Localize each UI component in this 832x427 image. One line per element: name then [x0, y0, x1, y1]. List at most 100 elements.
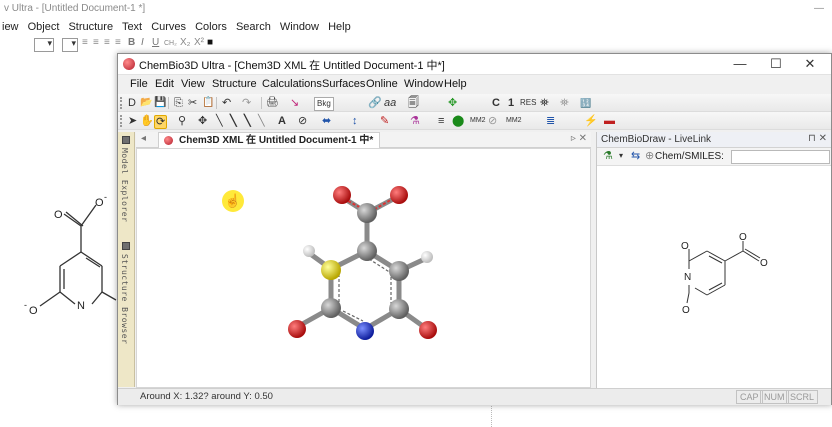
undo-icon[interactable]: ↶	[222, 97, 231, 109]
label-icon[interactable]: aa	[384, 97, 396, 109]
background-2d-structure[interactable]: O O - O - N	[0, 170, 120, 330]
surface-icon[interactable]: ≣	[546, 115, 555, 127]
cut-icon[interactable]: ✂	[188, 97, 197, 109]
bg-menu-colors[interactable]: Colors	[195, 21, 227, 33]
model-explorer-tab[interactable]: Model Explorer	[120, 148, 129, 222]
filter-icon[interactable]: ⛯	[540, 97, 549, 109]
filter-2-icon[interactable]: ⛯	[560, 97, 569, 109]
nitrogen-atom	[356, 322, 374, 340]
background-color-button[interactable]: Bkg	[314, 97, 334, 111]
size-combo[interactable]	[62, 38, 78, 52]
underline-button[interactable]: U	[152, 37, 159, 48]
text-tool-icon[interactable]: A	[278, 115, 286, 127]
background-minimize-button[interactable]: —	[814, 0, 824, 18]
minimize-button[interactable]: —	[726, 55, 754, 73]
mm2-dynamics-button[interactable]: MM2	[506, 115, 522, 127]
triple-bond-icon[interactable]: ╲	[244, 115, 251, 127]
rotate-tool-icon[interactable]: ⟳	[154, 115, 168, 129]
color-bar-icon[interactable]: ▬	[604, 115, 615, 127]
justify-icon[interactable]: ≡	[115, 37, 121, 48]
bg-menu-curves[interactable]: Curves	[151, 21, 186, 33]
smiles-input[interactable]	[731, 150, 830, 164]
dropdown-arrow-icon[interactable]: ▾	[619, 150, 623, 162]
record-icon[interactable]: ⬤	[452, 115, 464, 127]
building-toolbar: ➤ ✋ ⟳ ⚲ ✥ ╲ ╲ ╲ ╲ A ⊘ ⬌ ↕ ✎ ⚗ ≡ ⬤ MM2 ⊘ …	[118, 112, 831, 130]
redo-icon[interactable]: ↷	[242, 97, 251, 109]
menu-help[interactable]: Help	[444, 78, 467, 90]
zoom-tool-icon[interactable]: ⚲	[178, 115, 186, 127]
copy-icon[interactable]: ⎘	[174, 97, 183, 109]
stop-calc-icon[interactable]: ⊘	[488, 115, 497, 127]
pencil-icon[interactable]: ✎	[380, 115, 389, 127]
document-tab[interactable]: Chem3D XML 在 Untitled Document-1 中*	[158, 132, 381, 148]
numbers-icon[interactable]: 🔢	[580, 97, 591, 109]
formula-button[interactable]: CH₂	[164, 40, 177, 47]
menu-calculations[interactable]: Calculations	[262, 78, 322, 90]
bold-button[interactable]: B	[128, 37, 135, 48]
flask-icon[interactable]: ⚗	[410, 115, 420, 127]
document-close-button[interactable]: ▹ ✕	[571, 133, 587, 144]
subscript-button[interactable]: X₂	[180, 37, 191, 48]
maximize-button[interactable]: ☐	[762, 55, 790, 73]
superscript-button[interactable]: X²	[194, 37, 204, 48]
color-button[interactable]: ■	[207, 37, 213, 48]
hand-tool-icon[interactable]: ✋	[140, 115, 154, 127]
angle-icon[interactable]: ↕	[352, 115, 358, 127]
livelink-2d-structure[interactable]: O O O O N	[647, 227, 777, 337]
new-document-icon[interactable]: D	[128, 97, 136, 109]
bg-menu-structure[interactable]: Structure	[68, 21, 113, 33]
bg-menu-window[interactable]: Window	[280, 21, 319, 33]
single-bond-icon[interactable]: ╲	[216, 115, 223, 127]
close-button[interactable]: ✕	[796, 55, 824, 73]
menu-surfaces[interactable]: Surfaces	[322, 78, 365, 90]
align-right-icon[interactable]: ≡	[104, 37, 110, 48]
bg-menu-text[interactable]: Text	[122, 21, 142, 33]
paste-icon[interactable]: 📋	[202, 97, 214, 109]
select-icon[interactable]: ➤	[128, 115, 137, 127]
3d-model-canvas[interactable]: ☝	[136, 148, 591, 388]
menu-view[interactable]: View	[181, 78, 205, 90]
move-atoms-icon[interactable]: ✥	[448, 97, 457, 109]
carbon-atom	[321, 298, 341, 318]
align-center-icon[interactable]: ≡	[93, 37, 99, 48]
tab-scroll-left-button[interactable]: ◂	[141, 133, 146, 144]
bg-menu-view[interactable]: iew	[2, 21, 19, 33]
toolbar-grip-2[interactable]	[120, 115, 123, 127]
double-bond-icon[interactable]: ╲	[230, 115, 237, 127]
residue-button[interactable]: RES	[520, 97, 536, 109]
bg-menu-help[interactable]: Help	[328, 21, 351, 33]
livelink-structure-icon[interactable]: ⚗	[603, 150, 613, 162]
print-icon[interactable]: 🖨	[266, 97, 279, 109]
paint-icon[interactable]: ↘	[290, 97, 299, 109]
distance-icon[interactable]: ⬌	[322, 115, 331, 127]
font-combo[interactable]	[34, 38, 54, 52]
link-icon[interactable]: 🔗	[368, 97, 382, 109]
eraser-icon[interactable]: ⊘	[298, 115, 307, 127]
translate-tool-icon[interactable]: ✥	[198, 115, 207, 127]
charge-icon[interactable]: ⚡	[584, 115, 598, 127]
mm2-minimize-button[interactable]: MM2	[470, 115, 486, 127]
bg-charge-minus-2: -	[24, 300, 27, 310]
menu-structure[interactable]: Structure	[212, 78, 257, 90]
dummy-bond-icon[interactable]: ╲	[258, 115, 265, 127]
window-title-bar[interactable]: ChemBio3D Ultra - [Chem3D XML 在 Untitled…	[118, 54, 831, 75]
livelink-sync-icon[interactable]: ⇆	[631, 150, 640, 162]
copy-image-icon[interactable]: 🗐	[408, 97, 419, 109]
carbon-label-button[interactable]: C	[492, 97, 500, 109]
menu-edit[interactable]: Edit	[155, 78, 174, 90]
menu-file[interactable]: File	[130, 78, 148, 90]
serial-number-button[interactable]: 1	[508, 97, 514, 109]
structure-browser-tab[interactable]: Structure Browser	[120, 254, 129, 344]
menu-online[interactable]: Online	[366, 78, 398, 90]
open-icon[interactable]: 📂	[140, 97, 152, 109]
livelink-pin-close-buttons[interactable]: ⊓ ✕	[808, 133, 827, 144]
align-left-icon[interactable]: ≡	[82, 37, 88, 48]
structure-browser-icon	[122, 242, 130, 250]
bg-menu-object[interactable]: Object	[28, 21, 60, 33]
save-icon[interactable]: 💾	[154, 97, 166, 109]
align-icon[interactable]: ≡	[438, 115, 444, 127]
bg-menu-search[interactable]: Search	[236, 21, 271, 33]
toolbar-grip[interactable]	[120, 97, 123, 109]
menu-window[interactable]: Window	[404, 78, 443, 90]
italic-button[interactable]: I	[141, 37, 144, 48]
